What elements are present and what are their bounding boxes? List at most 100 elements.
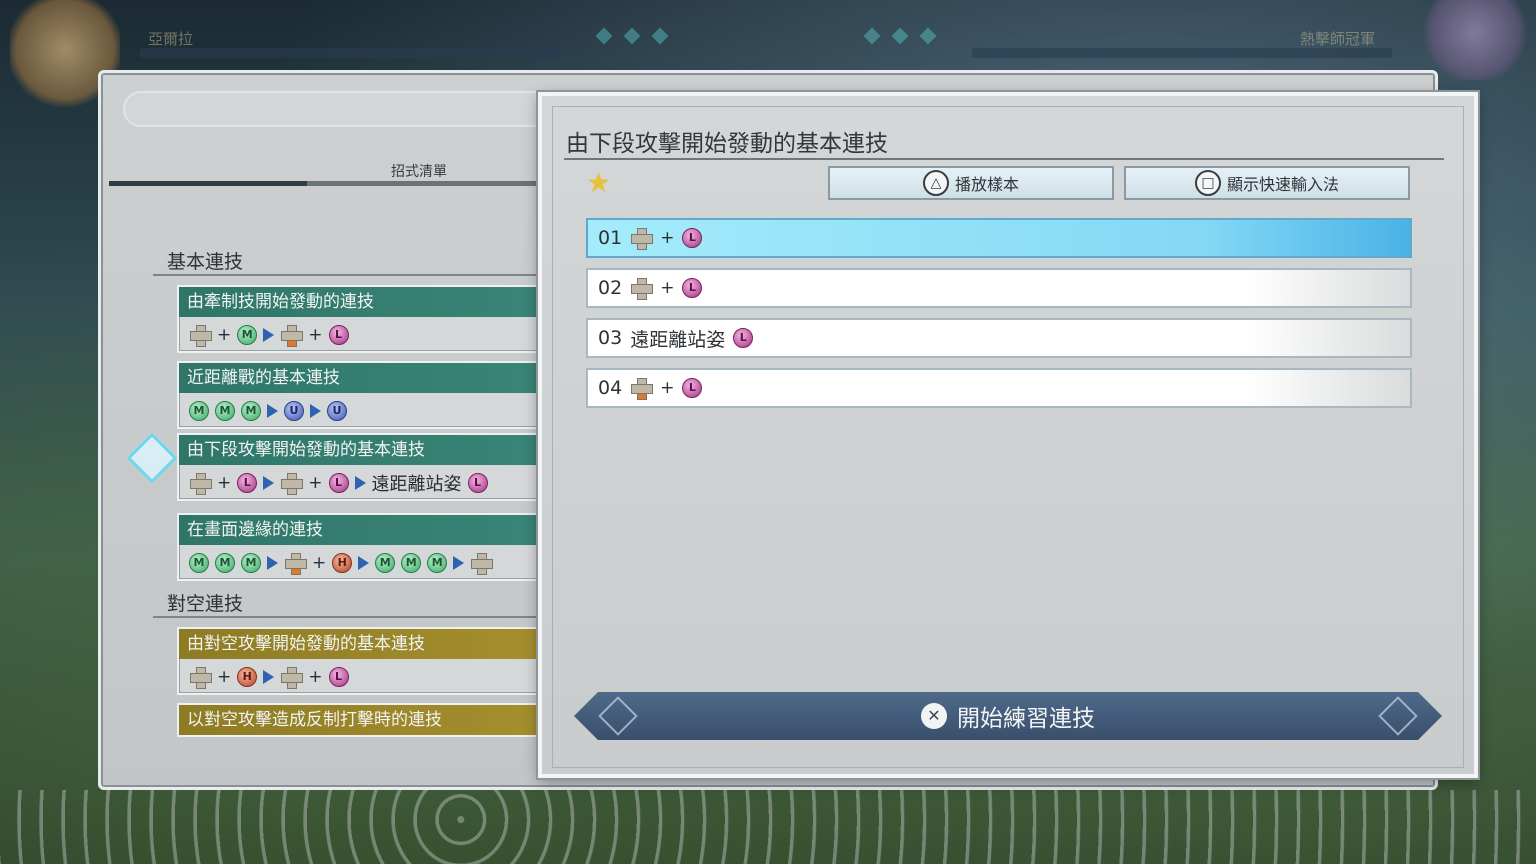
show-quick-input-button[interactable]: □ 顯示快速輸入法: [1124, 166, 1410, 200]
combo-card[interactable]: 以對空攻擊造成反制打擊時的連技: [177, 703, 547, 737]
combo-title: 近距離戰的基本連技: [179, 363, 545, 393]
button-l-icon: L: [467, 473, 488, 493]
button-m-icon: M: [375, 553, 396, 573]
dpad-icon: [630, 277, 654, 300]
start-practice-button[interactable]: ✕ 開始練習連技: [574, 692, 1442, 740]
button-m-icon: M: [427, 553, 448, 573]
section-divider: [153, 274, 543, 276]
button-m-icon: M: [241, 401, 261, 421]
combo-card-selected[interactable]: 由下段攻擊開始發動的基本連技 + L + L 遠距離站姿 L: [177, 433, 547, 501]
combo-card[interactable]: 由牽制技開始發動的連技 + M + L: [177, 285, 547, 353]
triangle-button-icon: △: [922, 170, 949, 196]
plus-separator: +: [217, 473, 232, 493]
dialog-title-divider: [564, 158, 1444, 160]
combo-card[interactable]: 近距離戰的基本連技 MMMUU: [177, 361, 547, 429]
dpad-icon: [280, 666, 304, 689]
player-right-name: 熱擊師冠軍: [1300, 30, 1376, 48]
button-l-icon: L: [733, 328, 754, 348]
cross-button-icon: ✕: [921, 703, 947, 729]
step-number: 02: [598, 277, 623, 299]
button-h-icon: H: [332, 553, 353, 573]
player-left-health-bar: [140, 48, 560, 58]
dpad-icon: [630, 377, 654, 400]
dpad-icon: [470, 552, 494, 575]
dpad-icon: [189, 324, 212, 347]
combo-inputs: + M + L: [179, 317, 545, 353]
combo-inputs: + H + L: [179, 659, 545, 695]
round-gem-icon: [651, 27, 669, 45]
combo-inputs: + L + L 遠距離站姿 L: [179, 465, 545, 501]
button-m-icon: M: [401, 553, 422, 573]
next-arrow-icon: [267, 556, 278, 570]
stance-text: 遠距離站姿: [371, 474, 462, 495]
player-right-health-bar: [972, 48, 1392, 58]
step-number: 01: [598, 227, 623, 249]
round-gem-icon: [623, 27, 641, 45]
combo-title: 由下段攻擊開始發動的基本連技: [179, 435, 545, 465]
favorite-star-icon[interactable]: ★: [586, 166, 611, 199]
plus-separator: +: [660, 378, 675, 398]
step-number: 03: [598, 327, 623, 349]
button-l-icon: L: [328, 473, 349, 493]
plus-separator: +: [217, 667, 232, 687]
player-left-name: 亞爾拉: [148, 30, 194, 48]
combo-step-row[interactable]: 02 + L: [586, 268, 1412, 308]
plus-separator: +: [308, 667, 323, 687]
ornament-icon: [1378, 696, 1418, 736]
plus-separator: +: [660, 278, 675, 298]
section-heading-basic: 基本連技: [167, 251, 244, 273]
combo-step-row[interactable]: 03 遠距離站姿 L: [586, 318, 1412, 358]
background-flowers: [0, 790, 1536, 864]
dialog-title: 由下段攻擊開始發動的基本連技: [566, 131, 888, 157]
combo-step-row[interactable]: 04 + L: [586, 368, 1412, 408]
round-gem-icon: [595, 27, 613, 45]
dpad-icon: [280, 472, 304, 495]
combo-title: 以對空攻擊造成反制打擊時的連技: [179, 705, 545, 735]
button-l-icon: L: [682, 378, 703, 398]
button-m-icon: M: [237, 325, 258, 345]
next-arrow-icon: [263, 476, 275, 490]
button-l-icon: L: [328, 667, 349, 687]
button-m-icon: M: [215, 553, 235, 573]
step-inputs: L: [733, 328, 754, 348]
dpad-icon: [189, 472, 212, 495]
plus-separator: +: [308, 325, 323, 345]
combo-step-row-active[interactable]: 01 + L: [586, 218, 1412, 258]
button-m-icon: M: [189, 401, 209, 421]
plus-separator: +: [660, 228, 675, 248]
button-l-icon: L: [237, 473, 258, 493]
show-quick-input-label: 顯示快速輸入法: [1226, 175, 1339, 194]
dpad-icon: [284, 552, 307, 575]
button-h-icon: H: [237, 667, 258, 687]
step-inputs: + L: [630, 277, 703, 300]
step-inputs: + L: [630, 377, 703, 400]
combo-title: 在畫面邊緣的連技: [179, 515, 545, 545]
button-m-icon: M: [241, 553, 261, 573]
next-arrow-icon: [267, 404, 278, 418]
button-u-icon: U: [284, 401, 304, 421]
move-list-title: 招式清單: [391, 164, 447, 180]
step-inputs: + L: [630, 227, 703, 250]
section-divider: [153, 616, 543, 618]
plus-separator: +: [308, 473, 323, 493]
plus-separator: +: [312, 553, 327, 573]
start-practice-label: 開始練習連技: [957, 706, 1095, 732]
combo-card[interactable]: 由對空攻擊開始發動的基本連技 + H + L: [177, 627, 547, 695]
combo-detail-dialog: 由下段攻擊開始發動的基本連技 ★ △ 播放樣本 □ 顯示快速輸入法 01 + L …: [538, 92, 1478, 778]
step-number: 04: [598, 377, 623, 399]
combo-inputs: MMMUU: [179, 393, 545, 429]
player-right-portrait: [1420, 0, 1530, 80]
play-sample-button[interactable]: △ 播放樣本: [828, 166, 1114, 200]
round-gem-icon: [891, 27, 909, 45]
button-m-icon: M: [215, 401, 235, 421]
next-arrow-icon: [263, 670, 275, 684]
combo-card[interactable]: 在畫面邊緣的連技 M M M + H M M M: [177, 513, 547, 581]
button-u-icon: U: [327, 401, 347, 421]
round-gem-icon: [863, 27, 881, 45]
next-arrow-icon: [354, 476, 366, 490]
plus-separator: +: [217, 325, 232, 345]
ornament-icon: [598, 696, 638, 736]
dialog-inner-border: [552, 106, 1464, 768]
next-arrow-icon: [358, 556, 370, 570]
section-heading-anti-air: 對空連技: [167, 593, 244, 615]
